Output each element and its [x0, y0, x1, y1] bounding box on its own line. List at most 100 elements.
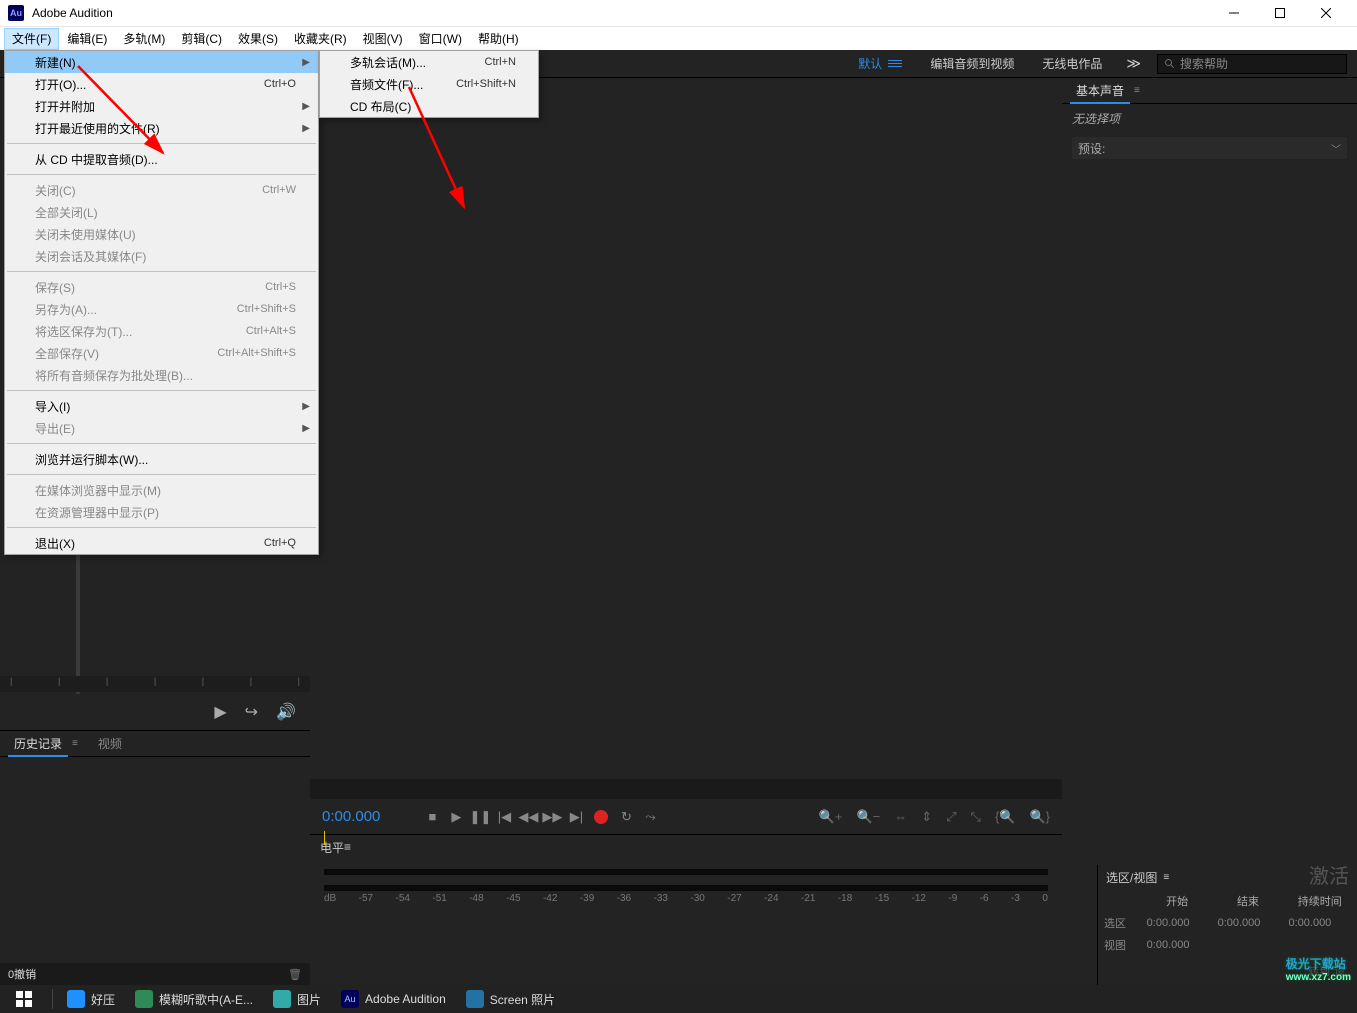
task-item[interactable]: Screen 照片 [456, 985, 565, 1013]
tab-essential-sound[interactable]: 基本声音 [1070, 78, 1130, 104]
go-end-button[interactable]: ▶| [564, 809, 588, 825]
history-body [0, 757, 310, 963]
zoom-sel-icon[interactable]: ⇕ [921, 809, 932, 825]
tab-video[interactable]: 视频 [92, 731, 128, 757]
submenu-multitrack-session[interactable]: 多轨会话(M)...Ctrl+N [320, 51, 538, 73]
forward-button[interactable]: ▶▶ [540, 809, 564, 825]
task-item[interactable]: 模糊听歌中(A-E... [125, 985, 263, 1013]
start-button[interactable] [0, 985, 48, 1013]
zoom-in-point-icon[interactable]: {🔍 [995, 809, 1016, 825]
record-button[interactable] [594, 810, 608, 824]
task-item[interactable]: 图片 [263, 985, 331, 1013]
loop-icon[interactable]: ↪ [245, 702, 258, 722]
menu-item-close-all[interactable]: 全部关闭(L) [5, 201, 318, 223]
help-search[interactable]: 搜索帮助 [1157, 54, 1347, 74]
menu-item-reveal-explorer[interactable]: 在资源管理器中显示(P) [5, 501, 318, 523]
zoom-out-v-icon[interactable]: ⤡ [971, 809, 981, 825]
minimize-button[interactable] [1211, 0, 1257, 26]
menu-effects[interactable]: 效果(S) [230, 28, 286, 50]
tab-history[interactable]: 历史记录 [8, 731, 68, 757]
menu-item-close-session[interactable]: 关闭会话及其媒体(F) [5, 245, 318, 267]
menu-window[interactable]: 窗口(W) [411, 28, 470, 50]
close-button[interactable] [1303, 0, 1349, 26]
menu-item-extract-cd[interactable]: 从 CD 中提取音频(D)... [5, 148, 318, 170]
workspace-radio[interactable]: 无线电作品 [1028, 50, 1116, 78]
timeline-ruler[interactable] [310, 779, 1062, 799]
zoom-in-v-icon[interactable]: ⤢ [946, 809, 956, 825]
submenu-arrow-icon: ▶ [302, 401, 310, 412]
menu-multitrack[interactable]: 多轨(M) [115, 28, 173, 50]
menu-item-open-recent[interactable]: 打开最近使用的文件(R)▶ [5, 117, 318, 139]
maximize-button[interactable] [1257, 0, 1303, 26]
app-logo: Au [8, 5, 24, 21]
files-toolbar: ▶ ↪ 🔊 [0, 694, 310, 730]
cell-sel-start[interactable]: 0:00.000 [1143, 913, 1212, 933]
zoom-out-h-icon[interactable]: 🔍− [856, 809, 880, 825]
pause-button[interactable]: ❚❚ [468, 809, 492, 825]
menu-item-new[interactable]: 新建(N)▶ [5, 51, 318, 73]
folder-icon [273, 990, 291, 1008]
submenu-audio-file[interactable]: 音频文件(F)...Ctrl+Shift+N [320, 73, 538, 95]
level-meter [324, 885, 1048, 891]
menu-item-save[interactable]: 保存(S)Ctrl+S [5, 276, 318, 298]
menu-item-browse-run-script[interactable]: 浏览并运行脚本(W)... [5, 448, 318, 470]
timecode-display[interactable]: 0:00.000 [322, 808, 380, 825]
panel-menu-icon[interactable]: ≡ [344, 840, 351, 854]
play-button[interactable]: ▶ [444, 809, 468, 825]
rewind-button[interactable]: ◀◀ [516, 809, 540, 825]
panel-menu-icon[interactable]: ≡ [72, 738, 78, 749]
workspace-default[interactable]: 默认 [844, 50, 916, 78]
play-icon[interactable]: ▶ [214, 702, 226, 722]
undo-count: 0撤销 [8, 966, 36, 982]
menu-item-import[interactable]: 导入(I)▶ [5, 395, 318, 417]
menu-edit[interactable]: 编辑(E) [59, 28, 115, 50]
menu-help[interactable]: 帮助(H) [470, 28, 527, 50]
workspace-more-button[interactable]: ≫ [1116, 55, 1151, 72]
menu-item-open-append[interactable]: 打开并附加▶ [5, 95, 318, 117]
menu-item-close-unused[interactable]: 关闭未使用媒体(U) [5, 223, 318, 245]
col-start: 开始 [1143, 891, 1212, 911]
submenu-arrow-icon: ▶ [302, 423, 310, 434]
preset-dropdown[interactable]: 预设: ﹀ [1072, 137, 1347, 159]
cell-sel-end[interactable]: 0:00.000 [1214, 913, 1283, 933]
workspace-edit-audio-video[interactable]: 编辑音频到视频 [916, 50, 1028, 78]
new-submenu: 多轨会话(M)...Ctrl+N 音频文件(F)...Ctrl+Shift+N … [319, 50, 539, 118]
menu-favorites[interactable]: 收藏夹(R) [286, 28, 355, 50]
task-item[interactable]: 好压 [57, 985, 125, 1013]
menu-item-save-all-batch[interactable]: 将所有音频保存为批处理(B)... [5, 364, 318, 386]
trash-icon[interactable]: 🗑 [288, 968, 302, 981]
menu-item-save-selection[interactable]: 将选区保存为(T)...Ctrl+Alt+S [5, 320, 318, 342]
tab-selection-view[interactable]: 选区/视图 [1106, 869, 1157, 886]
cell-sel-dur[interactable]: 0:00.000 [1284, 913, 1355, 933]
panel-menu-icon[interactable]: ≡ [1163, 872, 1169, 883]
menu-item-close[interactable]: 关闭(C)Ctrl+W [5, 179, 318, 201]
menu-item-save-as[interactable]: 另存为(A)...Ctrl+Shift+S [5, 298, 318, 320]
menu-file[interactable]: 文件(F) [4, 28, 59, 50]
skip-selection-button[interactable]: ⤳ [638, 809, 662, 825]
panel-menu-icon[interactable]: ≡ [1134, 85, 1140, 96]
zoom-out-point-icon[interactable]: 🔍} [1029, 809, 1050, 825]
help-search-placeholder: 搜索帮助 [1180, 55, 1228, 72]
menu-item-open[interactable]: 打开(O)...Ctrl+O [5, 73, 318, 95]
menu-view[interactable]: 视图(V) [355, 28, 411, 50]
menu-item-save-all[interactable]: 全部保存(V)Ctrl+Alt+Shift+S [5, 342, 318, 364]
menu-bar: 文件(F) 编辑(E) 多轨(M) 剪辑(C) 效果(S) 收藏夹(R) 视图(… [0, 26, 1357, 50]
cell-view-start[interactable]: 0:00.000 [1143, 935, 1212, 955]
task-item[interactable]: AuAdobe Audition [331, 985, 456, 1013]
go-start-button[interactable]: |◀ [492, 809, 516, 825]
file-menu-dropdown: 新建(N)▶ 打开(O)...Ctrl+O 打开并附加▶ 打开最近使用的文件(R… [4, 50, 319, 555]
zoom-full-icon[interactable]: ⇔ [894, 809, 907, 825]
menu-item-export[interactable]: 导出(E)▶ [5, 417, 318, 439]
loop-button[interactable]: ↻ [614, 809, 638, 825]
app-icon [135, 990, 153, 1008]
menu-clip[interactable]: 剪辑(C) [173, 28, 230, 50]
essential-sound-header: 基本声音 ≡ [1062, 78, 1357, 104]
editor-area: 0:00.000 ■ ▶ ❚❚ |◀ ◀◀ ▶▶ ▶| ↻ ⤳ 🔍+ 🔍− ⇔ … [310, 78, 1062, 985]
right-column: 基本声音 ≡ 无选择项 预设: ﹀ [1062, 78, 1357, 985]
stop-button[interactable]: ■ [420, 809, 444, 824]
menu-item-exit[interactable]: 退出(X)Ctrl+Q [5, 532, 318, 554]
volume-icon[interactable]: 🔊 [276, 702, 296, 722]
menu-item-reveal-media-browser[interactable]: 在媒体浏览器中显示(M) [5, 479, 318, 501]
zoom-in-h-icon[interactable]: 🔍+ [819, 809, 843, 825]
submenu-cd-layout[interactable]: CD 布局(C) [320, 95, 538, 117]
